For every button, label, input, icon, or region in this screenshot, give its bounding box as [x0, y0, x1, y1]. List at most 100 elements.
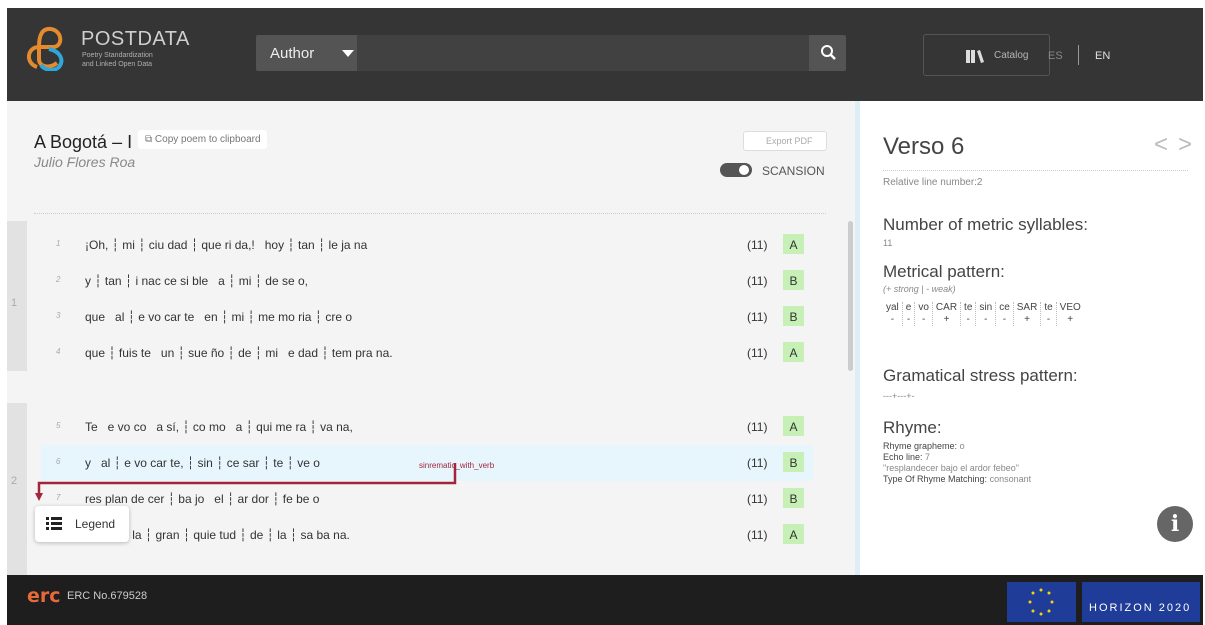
syllable-count: (11) [747, 310, 768, 324]
eu-flag-icon [1007, 582, 1076, 622]
stanza-bar-2 [7, 403, 27, 575]
stress-value: ---+---+- [883, 391, 915, 401]
syllable-count: (11) [747, 420, 768, 434]
search-icon[interactable] [811, 35, 846, 71]
rhyme-badge: A [783, 234, 804, 254]
legend-button[interactable]: Legend [35, 506, 129, 542]
verse-line[interactable]: 3 que al ┆ e vo car te en ┆ mi ┆ me mo ri… [41, 299, 813, 335]
author-select-label: Author [270, 45, 315, 62]
app-window: POSTDATA Poetry Standardization and Link… [7, 8, 1203, 625]
line-number: 4 [56, 347, 61, 356]
stanza-bar-1 [7, 221, 27, 371]
lang-es-link[interactable]: ES [1048, 50, 1063, 62]
verse-line[interactable]: 2 y ┆ tan ┆ i nac ce si ble a ┆ mi ┆ de s… [41, 263, 813, 299]
syllable-count: (11) [747, 528, 768, 542]
verse-line[interactable]: 1 ¡Oh, ┆ mi ┆ ciu dad ┆ que ri da,! hoy ┆… [41, 227, 813, 263]
line-syllables: ¡Oh, ┆ mi ┆ ciu dad ┆ que ri da,! hoy ┆ … [85, 238, 368, 252]
syllables-value: 11 [883, 238, 893, 248]
verse-title: Verso 6 [883, 133, 965, 160]
line-number: 2 [56, 275, 61, 284]
syllable-count: (11) [747, 492, 768, 506]
verse-line[interactable]: 7 res plan de cer ┆ ba jo el ┆ ar dor ┆ f… [41, 481, 813, 517]
pattern-cell: e- [903, 302, 916, 326]
line-number: 5 [56, 421, 61, 430]
stress-heading: Gramatical stress pattern: [883, 366, 1078, 385]
echo-line-text: "resplandecer bajo el ardor febeo" [883, 463, 1019, 473]
pattern-cell: sin - [976, 302, 997, 326]
line-syllables: res plan de cer ┆ ba jo el ┆ ar dor ┆ fe… [85, 492, 320, 506]
export-pdf-button[interactable]: Export PDF [743, 131, 827, 151]
pattern-cell: te - [961, 302, 977, 326]
rhyme-grapheme: Rhyme grapheme: o [883, 441, 965, 451]
poem-panel: A Bogotá – I ⧉ Copy poem to clipboard Ju… [7, 101, 855, 575]
syllable-count: (11) [747, 274, 768, 288]
list-icon [46, 517, 62, 530]
footer: erc ERC No.679528 HORIZON 2020 [7, 575, 1203, 625]
erc-number: ERC No.679528 [67, 590, 148, 602]
line-syllables: Te e vo co a sí, ┆ co mo a ┆ qui me ra ┆… [85, 420, 353, 434]
relative-line-number: Relative line number:2 [883, 170, 1188, 188]
search-bar: Author [256, 35, 846, 71]
rhyme-heading: Rhyme: [883, 418, 942, 437]
pattern-cell: te - [1041, 302, 1057, 326]
scrollbar[interactable] [848, 221, 853, 371]
rhyme-type: Type Of Rhyme Matching: consonant [883, 474, 1032, 484]
pattern-cell: SAR + [1014, 302, 1042, 326]
rhyme-badge: B [783, 270, 804, 290]
header-divider [34, 213, 826, 214]
line-number: 1 [56, 239, 61, 248]
books-icon [966, 50, 984, 63]
echo-line: Echo line: 7 [883, 452, 931, 462]
brand-title: POSTDATA [81, 28, 190, 50]
export-pdf-label: Export PDF [766, 136, 813, 146]
search-input[interactable] [357, 35, 809, 71]
verse-line[interactable]: 5 Te e vo co a sí, ┆ co mo a ┆ qui me ra … [41, 409, 813, 445]
scansion-toggle[interactable] [720, 163, 752, 177]
pattern-cell: yal - [883, 302, 903, 326]
verse-line[interactable]: 4 que ┆ fuis te un ┆ sue ño ┆ de ┆ mi e d… [41, 335, 813, 371]
syllable-count: (11) [747, 346, 768, 360]
syllable-count: (11) [747, 238, 768, 252]
dropdown-arrow-icon[interactable] [342, 50, 354, 57]
rhyme-badge: B [783, 452, 804, 472]
pattern-heading: Metrical pattern: [883, 262, 1005, 281]
chevron-right-icon[interactable]: > [1178, 131, 1192, 159]
panel-edge [855, 101, 860, 575]
lang-en-link[interactable]: EN [1095, 50, 1110, 62]
info-icon[interactable]: i [1157, 506, 1193, 542]
erc-logo: erc [27, 585, 61, 607]
catalog-label: Catalog [994, 50, 1029, 61]
line-syllables: y ┆ tan ┆ i nac ce si ble a ┆ mi ┆ de se… [85, 274, 308, 288]
copy-poem-label: Copy poem to clipboard [154, 134, 261, 145]
pattern-cell: ce - [996, 302, 1014, 326]
line-number: 7 [56, 493, 61, 502]
pattern-cell: vo - [915, 302, 933, 326]
lang-divider [1078, 45, 1079, 65]
catalog-button[interactable]: Catalog [923, 34, 1050, 76]
top-header: POSTDATA Poetry Standardization and Link… [7, 8, 1203, 101]
line-syllables: que ┆ fuis te un ┆ sue ño ┆ de ┆ mi e da… [85, 346, 393, 360]
copy-icon: ⧉ [145, 134, 155, 145]
rhyme-badge: A [783, 524, 804, 544]
rhyme-badge: A [783, 416, 804, 436]
rhyme-badge: A [783, 342, 804, 362]
chevron-left-icon[interactable]: < [1154, 131, 1168, 159]
postdata-logo-icon [27, 26, 64, 71]
syllables-heading: Number of metric syllables: [883, 215, 1089, 234]
syllable-count: (11) [747, 456, 768, 470]
rhyme-badge: B [783, 306, 804, 326]
copy-poem-button[interactable]: ⧉ Copy poem to clipboard [138, 130, 267, 149]
stanza-number: 2 [11, 475, 18, 487]
pattern-cell: VEO + [1059, 302, 1081, 325]
brand-subtitle-2: and Linked Open Data [82, 61, 153, 68]
stanza-number: 1 [11, 297, 18, 309]
horizon-2020-logo: HORIZON 2020 [1082, 582, 1200, 622]
poem-title: A Bogotá – I [34, 132, 133, 152]
metrical-pattern-table: yal -e -vo -CAR +te -sin -ce -SAR +te -VEO + [883, 302, 1084, 326]
legend-label: Legend [75, 517, 116, 531]
verse-detail-panel: Verso 6 < > Relative line number:2 Numbe… [855, 101, 1203, 575]
verse-line[interactable]: 8so bre ┆ la ┆ gran ┆ quie tud ┆ de ┆ la… [41, 517, 813, 553]
line-number: 3 [56, 311, 61, 320]
poem-author[interactable]: Julio Flores Roa [34, 154, 135, 170]
brand-subtitle-1: Poetry Standardization [82, 52, 153, 59]
